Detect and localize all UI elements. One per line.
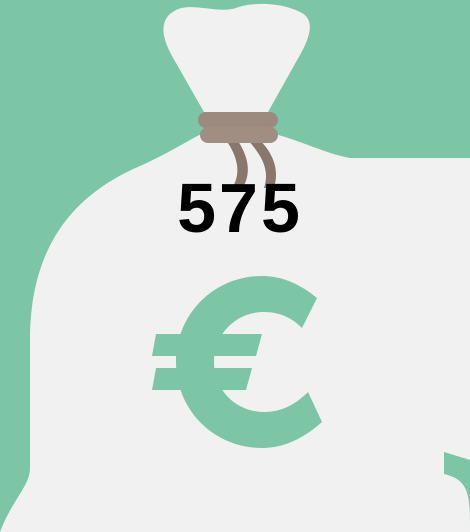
amount-label: 575 <box>177 169 303 247</box>
bag-tie-bottom <box>200 127 278 143</box>
bag-tie-top <box>198 112 278 128</box>
money-bag-scene: 575 <box>0 0 470 532</box>
bag-neck <box>163 3 310 112</box>
money-bag-icon <box>0 3 470 532</box>
